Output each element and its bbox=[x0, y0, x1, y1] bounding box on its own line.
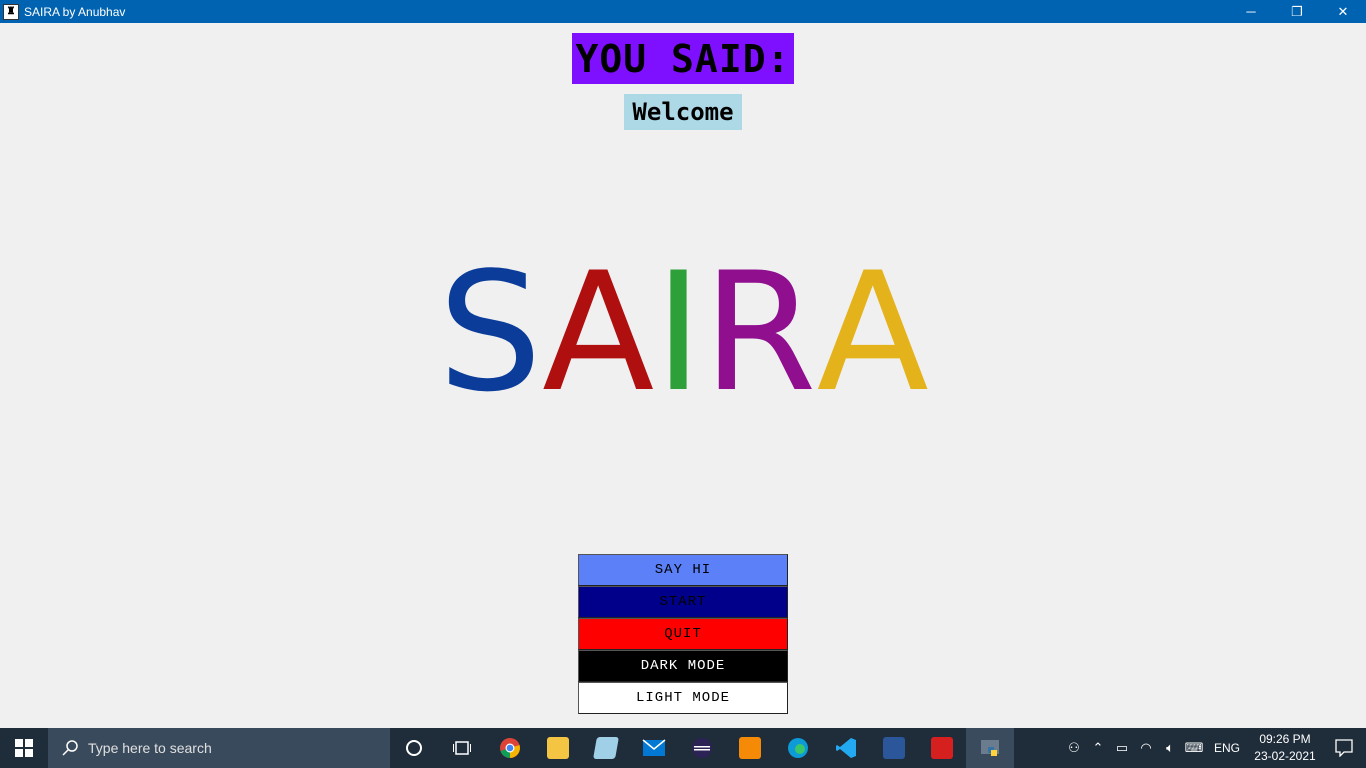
quit-button[interactable]: QUIT bbox=[578, 618, 788, 650]
notification-icon[interactable] bbox=[1322, 728, 1366, 768]
app-icon: ♜ bbox=[3, 3, 19, 20]
logo-letter-r: R bbox=[702, 237, 817, 428]
eclipse-icon[interactable] bbox=[678, 728, 726, 768]
cortana-icon[interactable] bbox=[390, 728, 438, 768]
you-said-heading: YOU SAID: bbox=[572, 33, 794, 84]
people-icon[interactable]: ⚇ bbox=[1062, 728, 1086, 768]
clock[interactable]: 09:26 PM 23-02-2021 bbox=[1248, 731, 1322, 765]
sublime-icon[interactable] bbox=[726, 728, 774, 768]
recognized-text: Welcome bbox=[624, 94, 742, 130]
battery-icon[interactable]: ▭ bbox=[1110, 728, 1134, 768]
minimize-button[interactable]: ─ bbox=[1228, 0, 1274, 23]
say-hi-button[interactable]: SAY HI bbox=[578, 554, 788, 586]
mail-icon[interactable] bbox=[630, 728, 678, 768]
light-mode-button[interactable]: LIGHT MODE bbox=[578, 682, 788, 714]
system-tray: ⚇ ⌃ ▭ ◠ 🔈︎ ⌨ ENG 09:26 PM 23-02-2021 bbox=[1062, 728, 1366, 768]
logo-letter-a: A bbox=[542, 237, 655, 428]
logo-letter-s: S bbox=[438, 237, 543, 428]
button-group: SAY HI START QUIT DARK MODE LIGHT MODE bbox=[578, 554, 788, 714]
language-indicator[interactable]: ENG bbox=[1206, 741, 1248, 755]
chrome-icon[interactable] bbox=[486, 728, 534, 768]
taskbar: Type here to search ⚇ ⌃ ▭ ◠ 🔈︎ ⌨ ENG 09:… bbox=[0, 728, 1366, 768]
window-title: SAIRA by Anubhav bbox=[24, 4, 126, 19]
edge-icon[interactable] bbox=[774, 728, 822, 768]
acrobat-icon[interactable] bbox=[918, 728, 966, 768]
windows-start-icon[interactable] bbox=[0, 728, 48, 768]
close-button[interactable]: ✕ bbox=[1320, 0, 1366, 23]
notepad-icon[interactable] bbox=[582, 728, 630, 768]
search-icon bbox=[62, 740, 78, 756]
keyboard-icon[interactable]: ⌨ bbox=[1182, 728, 1206, 768]
file-explorer-icon[interactable] bbox=[534, 728, 582, 768]
clock-date: 23-02-2021 bbox=[1254, 749, 1316, 763]
saira-logo: S A I R A bbox=[438, 237, 929, 428]
logo-letter-a2: A bbox=[816, 237, 929, 428]
wifi-icon[interactable]: ◠ bbox=[1134, 728, 1158, 768]
python-icon[interactable] bbox=[966, 728, 1014, 768]
title-bar: ♜ SAIRA by Anubhav ─ ❐ ✕ bbox=[0, 0, 1366, 23]
vscode-icon[interactable] bbox=[822, 728, 870, 768]
logo-letter-i: I bbox=[654, 237, 703, 428]
restore-button[interactable]: ❐ bbox=[1274, 0, 1320, 23]
chevron-up-icon[interactable]: ⌃ bbox=[1086, 728, 1110, 768]
clock-time: 09:26 PM bbox=[1259, 732, 1311, 746]
taskbar-search-box[interactable]: Type here to search bbox=[48, 728, 390, 768]
task-view-icon[interactable] bbox=[438, 728, 486, 768]
dark-mode-button[interactable]: DARK MODE bbox=[578, 650, 788, 682]
app-window: YOU SAID: Welcome S A I R A SAY HI START… bbox=[0, 23, 1366, 728]
start-button[interactable]: START bbox=[578, 586, 788, 618]
word-icon[interactable] bbox=[870, 728, 918, 768]
window-controls: ─ ❐ ✕ bbox=[1228, 0, 1366, 23]
volume-icon[interactable]: 🔈︎ bbox=[1158, 728, 1182, 768]
search-placeholder: Type here to search bbox=[88, 740, 212, 756]
